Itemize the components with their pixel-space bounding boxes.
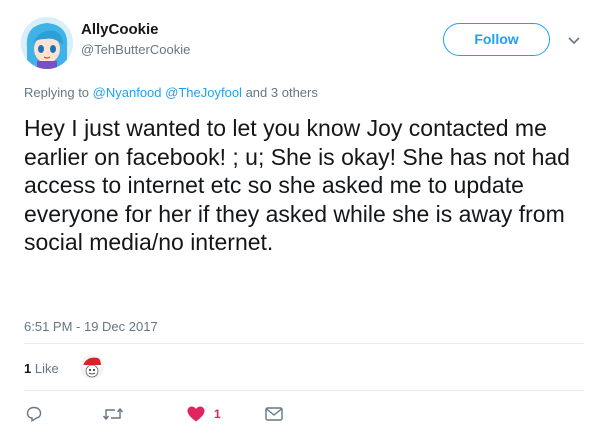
divider xyxy=(24,343,584,344)
author-avatar[interactable] xyxy=(21,17,73,69)
heart-icon xyxy=(187,406,205,422)
tweet-timestamp[interactable]: 6:51 PM - 19 Dec 2017 xyxy=(24,319,158,334)
replying-to-line: Replying to @Nyanfood @TheJoyfool and 3 … xyxy=(24,85,318,100)
chevron-down-icon[interactable] xyxy=(567,33,581,47)
direct-message-button[interactable] xyxy=(264,404,284,424)
author-handle[interactable]: @TehButterCookie xyxy=(81,42,190,57)
replying-to-prefix: Replying to xyxy=(24,85,90,100)
envelope-icon xyxy=(265,407,283,421)
reply-icon xyxy=(26,406,42,423)
retweet-icon xyxy=(102,407,124,421)
anime-avatar-icon xyxy=(21,17,73,69)
like-button[interactable]: 1 xyxy=(186,404,221,424)
likes-label: Like xyxy=(34,361,59,376)
reply-button[interactable] xyxy=(25,404,43,424)
santa-avatar-icon xyxy=(80,355,104,379)
author-display-name[interactable]: AllyCookie xyxy=(81,21,159,38)
likes-count: 1 xyxy=(24,361,32,376)
follow-button[interactable]: Follow xyxy=(443,23,550,56)
mention-link-nyanfood[interactable]: @Nyanfood xyxy=(93,85,162,100)
liker-avatar[interactable] xyxy=(80,355,104,379)
like-count: 1 xyxy=(214,407,221,421)
mention-link-thejoyfool[interactable]: @TheJoyfool xyxy=(165,85,242,100)
divider xyxy=(24,390,584,391)
replying-to-suffix[interactable]: and 3 others xyxy=(246,85,318,100)
tweet-text: Hey I just wanted to let you know Joy co… xyxy=(24,115,570,255)
retweet-button[interactable] xyxy=(102,404,124,424)
likes-summary[interactable]: 1 Like xyxy=(24,361,59,376)
